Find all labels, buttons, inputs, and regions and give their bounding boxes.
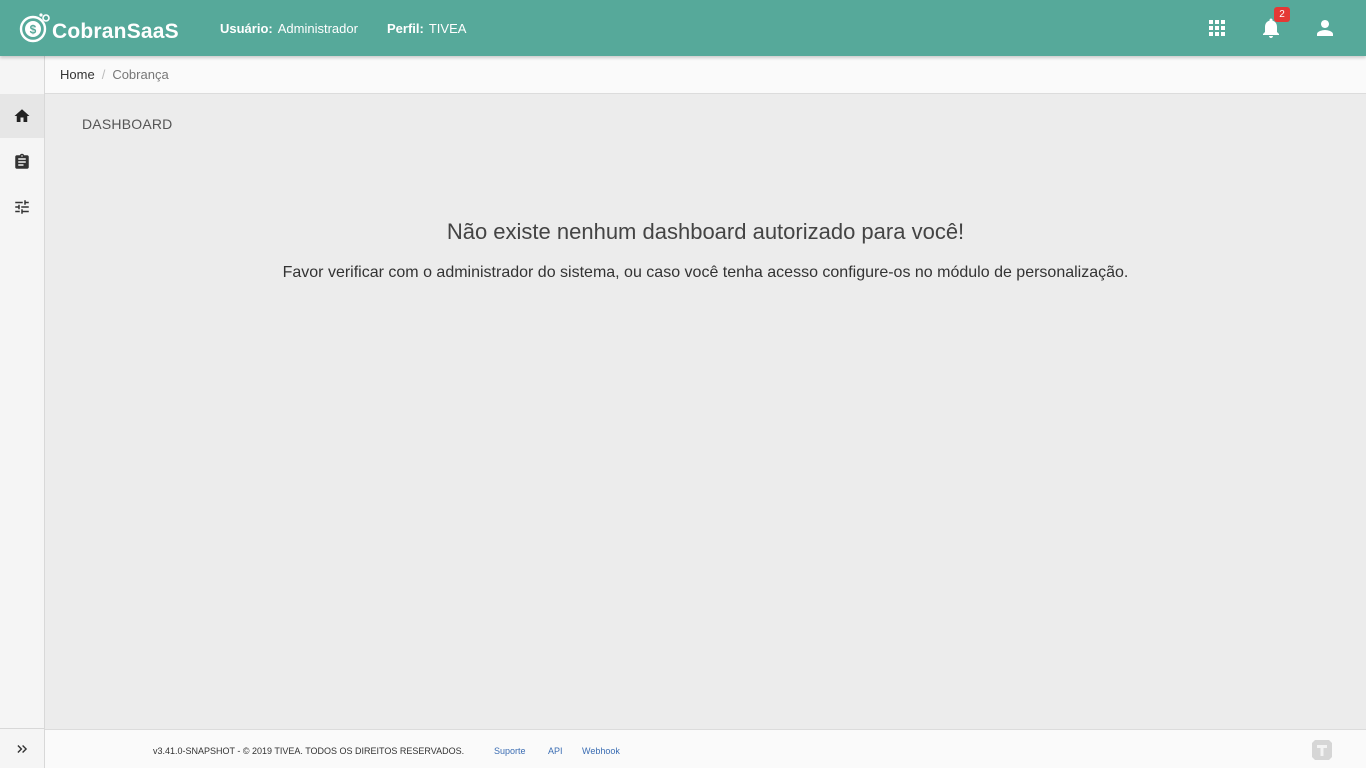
footer-link-api[interactable]: API	[548, 746, 563, 756]
apps-grid-icon[interactable]	[1205, 16, 1229, 40]
coin-logo-icon: $	[19, 13, 50, 43]
sidebar-expand-toggle[interactable]	[0, 728, 44, 768]
breadcrumb: Home / Cobrança	[45, 56, 1366, 94]
empty-state-message: Favor verificar com o administrador do s…	[282, 264, 1129, 281]
user-info: Usuário: Administrador	[220, 21, 358, 36]
profile-label: Perfil:	[387, 21, 424, 36]
user-account-icon[interactable]	[1313, 16, 1337, 40]
breadcrumb-home-link[interactable]: Home	[60, 67, 95, 82]
top-bar: $ CobranSaaS Usuário: Administrador Perfi…	[0, 0, 1366, 56]
user-value: Administrador	[277, 21, 358, 36]
footer-copyright: v3.41.0-SNAPSHOT - © 2019 TIVEA. TODOS O…	[153, 746, 465, 756]
tune-icon	[15, 200, 29, 214]
breadcrumb-current: Cobrança	[112, 67, 169, 82]
brand-name: CobranSaaS	[52, 20, 179, 43]
clipboard-icon	[15, 153, 29, 169]
notification-count-badge: 2	[1274, 7, 1290, 22]
sidebar-item-personalizacao[interactable]	[0, 185, 44, 229]
page-title: DASHBOARD	[82, 116, 173, 132]
profile-value: TIVEA	[428, 21, 467, 36]
empty-state-title: Não existe nenhum dashboard autorizado p…	[446, 219, 965, 244]
sidebar-item-cobranca[interactable]	[0, 140, 44, 184]
chevron-double-right-icon	[17, 744, 28, 753]
sidebar	[0, 56, 45, 768]
breadcrumb-separator: /	[101, 67, 106, 82]
footer-link-suporte[interactable]: Suporte	[494, 746, 526, 756]
user-label: Usuário:	[220, 21, 273, 36]
footer: v3.41.0-SNAPSHOT - © 2019 TIVEA. TODOS O…	[45, 729, 1366, 768]
brand-logo[interactable]: $ CobranSaaS	[19, 12, 179, 44]
footer-link-webhook[interactable]: Webhook	[582, 746, 620, 756]
svg-text:$: $	[30, 23, 37, 37]
home-icon	[14, 109, 30, 122]
sidebar-item-home[interactable]	[0, 94, 44, 138]
profile-info: Perfil: TIVEA	[387, 21, 466, 36]
tivea-logo-icon	[1312, 740, 1332, 760]
